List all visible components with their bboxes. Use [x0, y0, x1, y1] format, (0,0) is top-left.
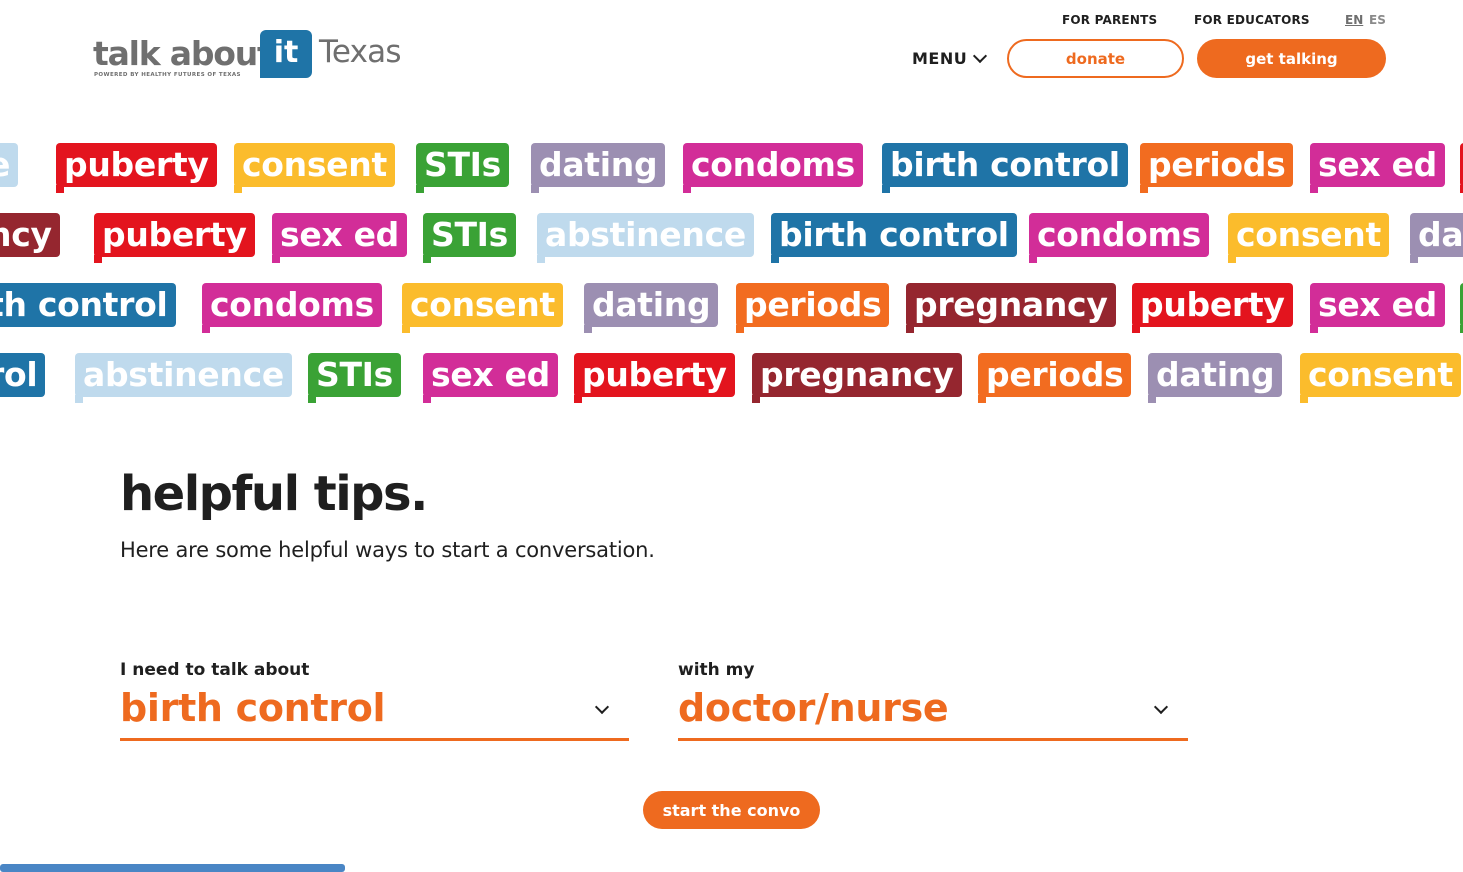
- topic-tag: puberty: [94, 213, 255, 263]
- topic-tag: puberty: [1132, 283, 1293, 333]
- topic-tag: abstinence: [75, 353, 292, 403]
- with-select-value: doctor/nurse: [678, 686, 949, 730]
- topic-tag: condoms: [683, 143, 863, 193]
- topic-tag: pregnancy: [752, 353, 962, 403]
- page-title: helpful tips.: [120, 466, 428, 522]
- topic-tag: th control: [0, 283, 176, 327]
- menu-label: MENU: [912, 49, 968, 68]
- logo-text-state: Texas: [319, 34, 402, 70]
- topic-select[interactable]: birth control: [120, 686, 629, 741]
- topic-tag: consent: [402, 283, 563, 333]
- topic-tag: condoms: [1029, 213, 1209, 263]
- topic-tag: pregnancy: [906, 283, 1116, 333]
- topic-tag: consent: [234, 143, 395, 193]
- topic-tag: STIs: [416, 143, 509, 193]
- logo-it-badge: it: [260, 30, 312, 78]
- logo-tagline: POWERED BY HEALTHY FUTURES OF TEXAS: [94, 72, 241, 78]
- topic-tag: abstinence: [537, 213, 754, 263]
- page-subtitle: Here are some helpful ways to start a co…: [120, 538, 655, 562]
- topic-tag: sex ed: [1310, 283, 1446, 333]
- with-select[interactable]: doctor/nurse: [678, 686, 1188, 741]
- chevron-down-icon: [973, 48, 988, 64]
- start-convo-button[interactable]: start the convo: [643, 791, 820, 829]
- chevron-down-icon: [594, 699, 610, 715]
- nav-for-parents[interactable]: FOR PARENTS: [1062, 13, 1157, 27]
- get-talking-button[interactable]: get talking: [1197, 39, 1386, 78]
- topic-tag: condoms: [202, 283, 382, 333]
- topic-tag: puberty: [56, 143, 217, 193]
- topic-select-value: birth control: [120, 686, 386, 730]
- topic-tag: rol: [0, 353, 46, 397]
- topic-tag-row: e puberty consent STIs dating condoms birth co…: [0, 143, 1463, 193]
- topic-tag: periods: [1140, 143, 1294, 193]
- topic-tag: dating: [1148, 353, 1283, 403]
- donate-button[interactable]: donate: [1007, 39, 1184, 78]
- topic-tag-row: ncy puberty sex ed STIs abstinence birth cont…: [0, 213, 1463, 263]
- topic-tag: e: [0, 143, 19, 187]
- topic-tag: periods: [978, 353, 1132, 403]
- nav-for-educators[interactable]: FOR EDUCATORS: [1194, 13, 1310, 27]
- bottom-edge-bar: [0, 864, 345, 872]
- logo-text-main: talk about: [93, 34, 273, 73]
- topic-select-label: I need to talk about: [120, 660, 310, 680]
- topic-tag: sex ed: [1310, 143, 1446, 193]
- chevron-down-icon: [1153, 699, 1169, 715]
- menu-toggle[interactable]: MENU: [912, 48, 988, 68]
- topic-tag-row: rol abstinence STIs sex ed puberty pregnancy p…: [0, 353, 1463, 403]
- topic-tag: STIs: [308, 353, 401, 403]
- topic-tag: puberty: [574, 353, 735, 403]
- topic-tag: dat: [1410, 213, 1463, 263]
- topic-tag: sex ed: [423, 353, 559, 403]
- topic-tag: consent: [1300, 353, 1461, 403]
- topic-tag: ncy: [0, 213, 60, 257]
- topic-tag: sex ed: [272, 213, 408, 263]
- topic-tag: birth control: [771, 213, 1017, 263]
- topic-tag: dating: [531, 143, 666, 193]
- lang-en[interactable]: EN: [1345, 13, 1363, 27]
- topic-tag: STIs: [423, 213, 516, 263]
- topic-tag: periods: [736, 283, 890, 333]
- lang-es[interactable]: ES: [1369, 13, 1386, 27]
- topic-tag-row: th control condoms consent dating periods pre…: [0, 283, 1463, 333]
- topic-tag: consent: [1228, 213, 1389, 263]
- with-select-label: with my: [678, 660, 755, 680]
- topic-tag: birth control: [882, 143, 1128, 193]
- topic-tag: dating: [584, 283, 719, 333]
